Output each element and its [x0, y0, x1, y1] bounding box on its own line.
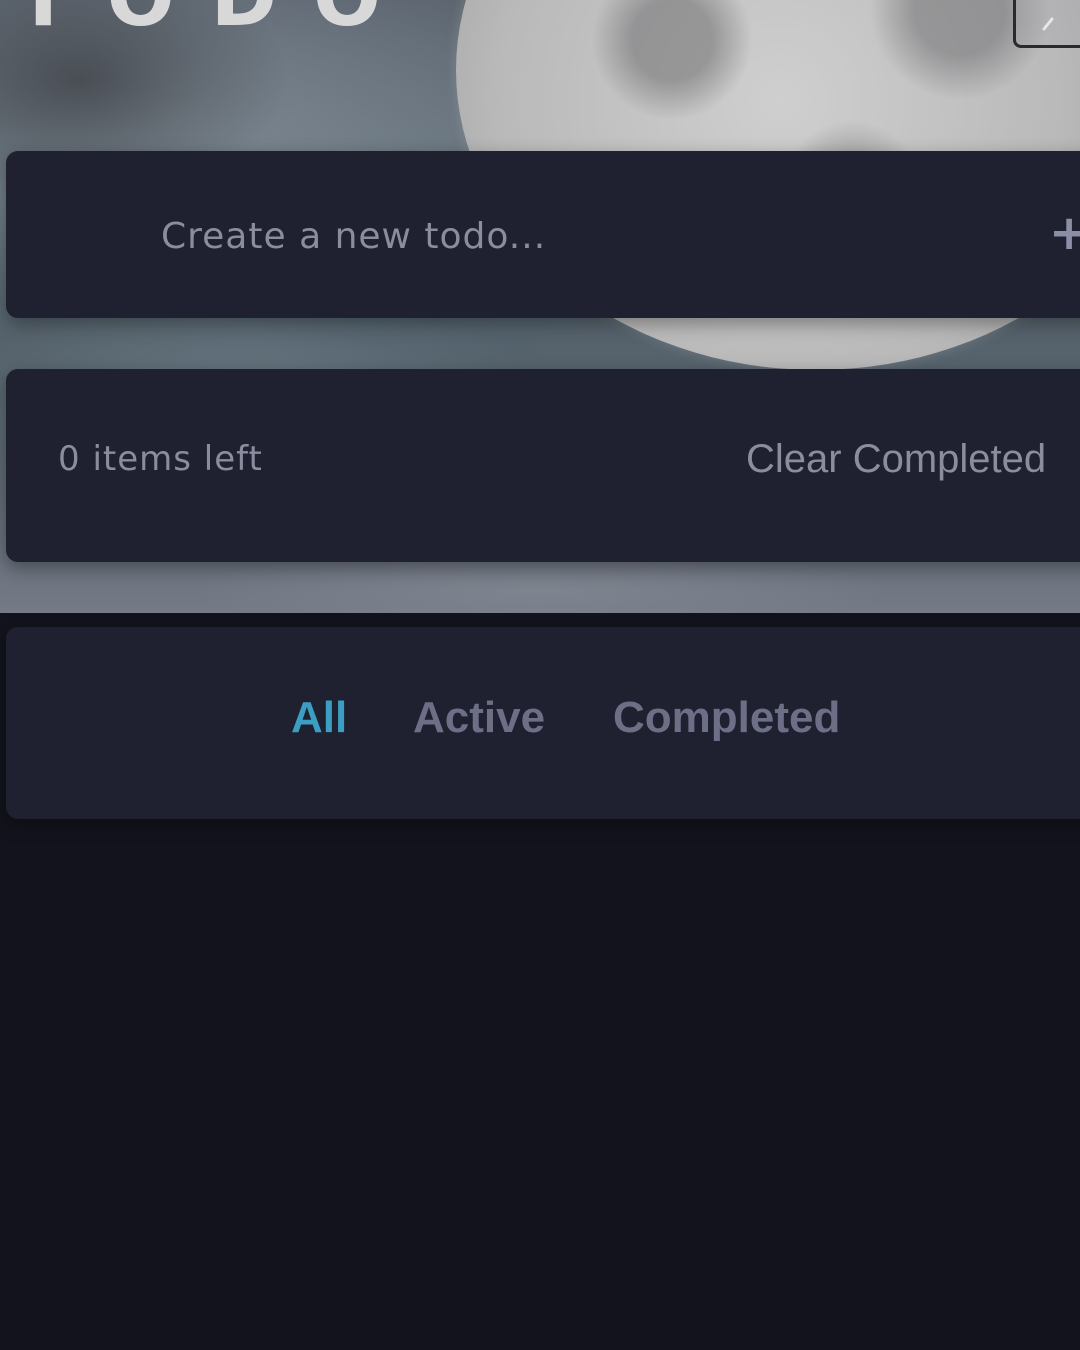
filter-completed-tab[interactable]: Completed: [613, 693, 840, 743]
add-todo-button[interactable]: +: [1049, 203, 1080, 263]
filter-all-tab[interactable]: All: [291, 693, 347, 743]
theme-toggle-icon: [1042, 17, 1054, 31]
create-todo-card: +: [6, 151, 1080, 318]
items-left-count: 0 items left: [58, 439, 263, 479]
filter-tabs: All Active Completed: [6, 693, 1080, 753]
clear-completed-button[interactable]: Clear Completed: [746, 437, 1046, 482]
todo-status-card: 0 items left Clear Completed: [6, 369, 1080, 562]
filter-card: All Active Completed: [6, 627, 1080, 819]
app-title: TODO: [16, 0, 417, 38]
theme-toggle-button[interactable]: [1013, 0, 1080, 48]
page: TODO + 0 items left Clear Completed All …: [0, 0, 1080, 1350]
filter-active-tab[interactable]: Active: [413, 693, 545, 743]
new-todo-input[interactable]: [161, 206, 1021, 266]
